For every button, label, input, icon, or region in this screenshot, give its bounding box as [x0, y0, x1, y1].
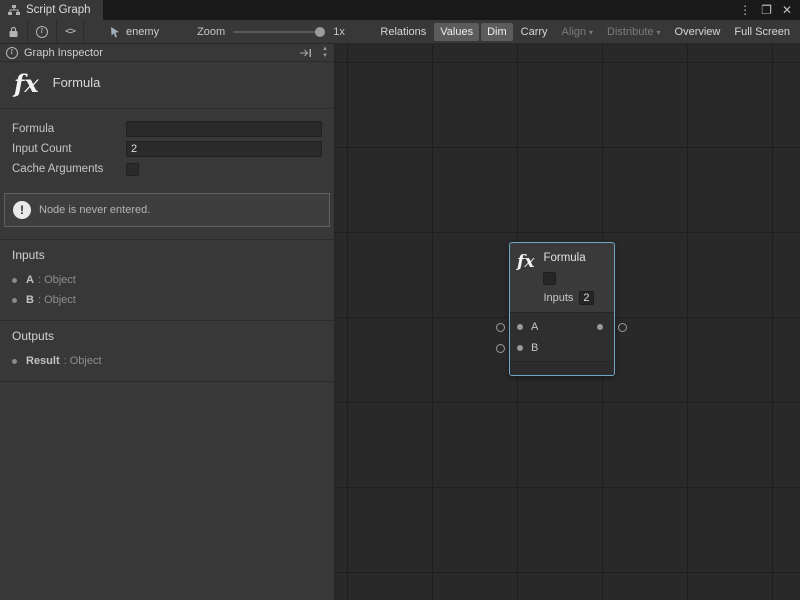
fields-block: Formula Input Count Cache Arguments — [0, 109, 334, 181]
node-inputs-label: Inputs — [543, 292, 573, 304]
zoom-control: Zoom 1x — [197, 26, 345, 38]
outer-port-b-icon[interactable] — [496, 344, 505, 353]
input-port-b-icon[interactable] — [517, 345, 523, 351]
zoom-slider-knob[interactable] — [315, 27, 325, 37]
info-icon: i — [6, 47, 18, 59]
code-preview-button[interactable]: <> — [57, 20, 84, 44]
maximize-icon[interactable]: ❐ — [761, 0, 772, 20]
fx-icon: fx — [517, 252, 534, 306]
cache-arguments-row: Cache Arguments — [0, 159, 334, 179]
scrollbar-arrows[interactable]: ▲ ▼ — [318, 46, 332, 60]
distribute-dropdown[interactable]: Distribute ▾ — [601, 23, 666, 41]
input-count-field-row: Input Count — [0, 139, 334, 159]
node-header: fx Formula Inputs 2 — [510, 243, 614, 312]
warning-icon: ! — [13, 201, 31, 219]
graph-icon — [8, 5, 20, 16]
input-count-label: Input Count — [12, 143, 126, 155]
zoom-label: Zoom — [197, 26, 225, 38]
graph-inspector-panel: i Graph Inspector ▲ ▼ fx Formula Formula… — [0, 44, 335, 600]
toolbar: i <> enemy Zoom 1x Relations Values Dim … — [0, 20, 800, 44]
scroll-up-icon[interactable]: ▲ — [322, 46, 328, 53]
outer-port-a-icon[interactable] — [496, 323, 505, 332]
node-inputs-row: Inputs 2 — [543, 289, 593, 306]
relations-button[interactable]: Relations — [374, 23, 432, 41]
warning-box: ! Node is never entered. — [4, 193, 330, 227]
input-row-a: A : Object — [0, 270, 334, 290]
info-icon: i — [36, 26, 48, 38]
port-dot-icon — [12, 278, 17, 283]
inspector-title: Graph Inspector — [24, 47, 103, 59]
input-row-b: B : Object — [0, 290, 334, 310]
cursor-icon — [110, 26, 121, 38]
port-row-a: A — [510, 316, 614, 337]
scroll-down-icon[interactable]: ▼ — [322, 53, 328, 60]
node-formula-field[interactable] — [543, 272, 556, 285]
inspector-header: i Graph Inspector ▲ ▼ — [0, 44, 334, 62]
inputs-header: Inputs — [0, 248, 334, 270]
unit-name: Formula — [53, 75, 101, 90]
formula-label: Formula — [12, 123, 126, 135]
node-formula[interactable]: fx Formula Inputs 2 A — [509, 242, 615, 376]
main-area: i Graph Inspector ▲ ▼ fx Formula Formula… — [0, 44, 800, 600]
node-input-count[interactable]: 2 — [579, 291, 593, 305]
align-label: Align — [562, 26, 586, 38]
lock-button[interactable] — [0, 20, 28, 44]
title-bar: Script Graph ⋮ ❐ ✕ — [0, 0, 800, 20]
tab-label: Script Graph — [26, 4, 91, 16]
zoom-value: 1x — [333, 26, 345, 38]
node-title: Formula — [543, 251, 593, 266]
node-ports: A B — [510, 312, 614, 361]
port-dot-icon — [12, 359, 17, 364]
chevron-down-icon: ▾ — [589, 28, 593, 37]
zoom-slider[interactable] — [233, 31, 325, 33]
lock-icon — [8, 26, 19, 38]
port-a-label: A — [531, 321, 538, 333]
cache-arguments-label: Cache Arguments — [12, 163, 126, 175]
port-dot-icon — [12, 298, 17, 303]
inspect-toggle-button[interactable]: i — [28, 20, 57, 44]
kebab-menu-icon[interactable]: ⋮ — [739, 0, 751, 20]
input-name: B — [26, 294, 34, 306]
toolbar-buttons: Relations Values Dim Carry Align▾ Distri… — [374, 23, 800, 41]
outputs-section: Outputs Result : Object — [0, 320, 334, 382]
align-dropdown[interactable]: Align▾ — [556, 23, 599, 41]
unit-title-block: fx Formula — [0, 62, 334, 109]
output-type: : Object — [64, 355, 102, 367]
tab-script-graph[interactable]: Script Graph — [0, 0, 103, 20]
values-button[interactable]: Values — [434, 23, 479, 41]
port-row-b: B — [510, 337, 614, 358]
input-port-a-icon[interactable] — [517, 324, 523, 330]
cache-arguments-checkbox[interactable] — [126, 163, 139, 176]
formula-field-row: Formula — [0, 119, 334, 139]
output-row-result: Result : Object — [0, 351, 334, 371]
node-footer — [510, 361, 614, 375]
window-controls: ⋮ ❐ ✕ — [739, 0, 800, 20]
inputs-section: Inputs A : Object B : Object — [0, 239, 334, 320]
output-port-result-icon[interactable] — [597, 324, 603, 330]
graph-target[interactable]: enemy — [110, 26, 159, 38]
overview-button[interactable]: Overview — [669, 23, 727, 41]
target-label: enemy — [126, 26, 159, 38]
input-count-input[interactable] — [126, 141, 322, 157]
input-name: A — [26, 274, 34, 286]
input-type: : Object — [38, 294, 76, 306]
dim-button[interactable]: Dim — [481, 23, 513, 41]
port-b-label: B — [531, 342, 538, 354]
input-type: : Object — [38, 274, 76, 286]
formula-input[interactable] — [126, 121, 322, 137]
code-icon: <> — [65, 26, 75, 37]
fx-icon: fx — [14, 72, 39, 96]
full-screen-button[interactable]: Full Screen — [728, 23, 796, 41]
warning-text: Node is never entered. — [39, 204, 150, 216]
dock-icon[interactable] — [299, 48, 312, 58]
carry-button[interactable]: Carry — [515, 23, 554, 41]
outer-port-result-icon[interactable] — [618, 323, 627, 332]
close-icon[interactable]: ✕ — [782, 0, 792, 20]
distribute-label: Distribute — [607, 26, 653, 38]
output-name: Result — [26, 355, 60, 367]
graph-canvas[interactable]: fx Formula Inputs 2 A — [335, 44, 800, 600]
chevron-down-icon: ▾ — [657, 28, 661, 37]
outputs-header: Outputs — [0, 329, 334, 351]
